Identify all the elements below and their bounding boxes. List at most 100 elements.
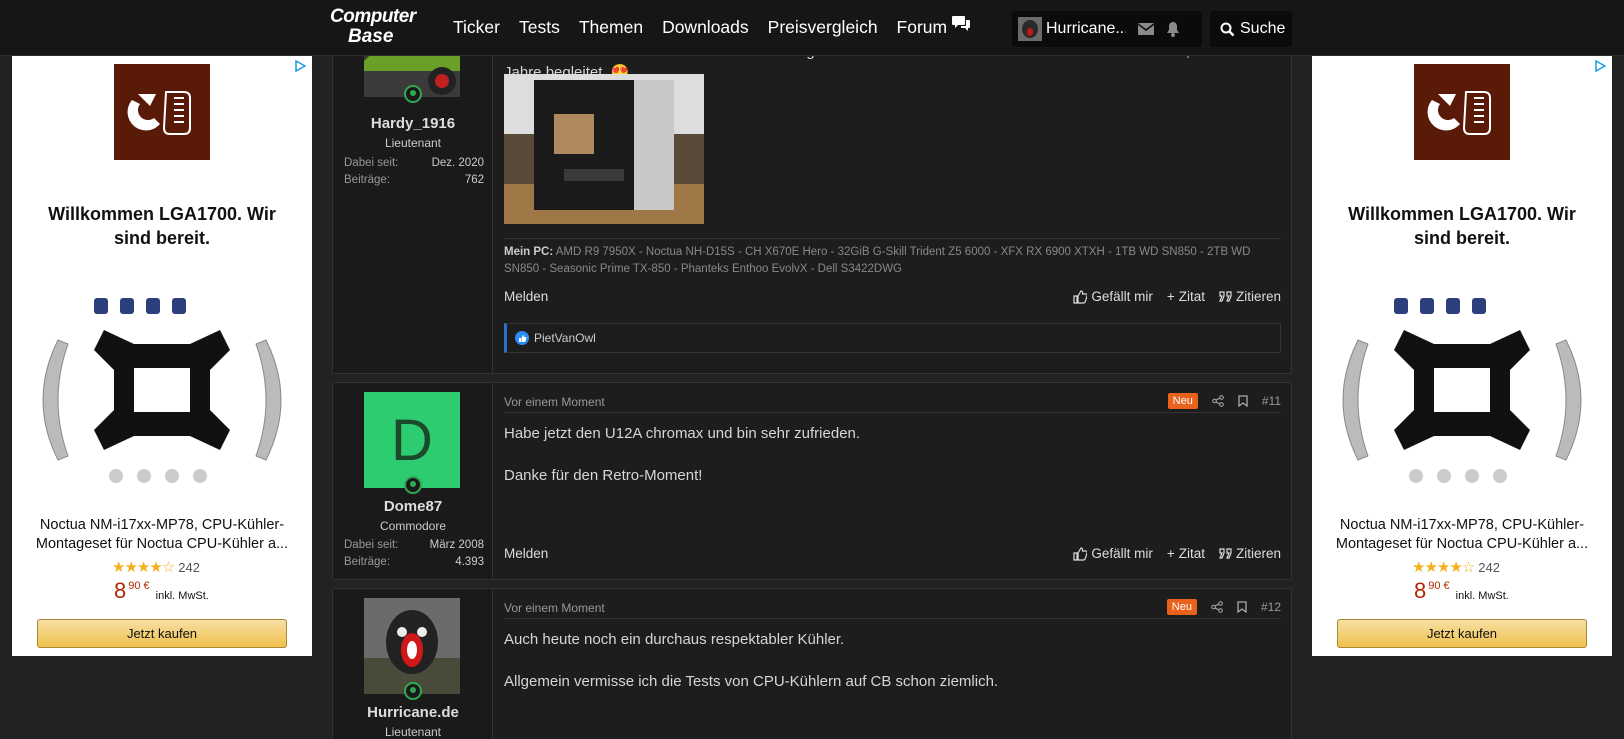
like-reaction-icon <box>515 331 529 345</box>
nav-ticker[interactable]: Ticker <box>453 17 500 38</box>
noctua-logo <box>114 64 210 160</box>
price-tax-note: inkl. MwSt. <box>155 590 209 602</box>
ad-rating: ★★★★☆ 242 <box>112 558 200 576</box>
nav-themen[interactable]: Themen <box>579 17 643 38</box>
ad-banner-left[interactable]: Willkommen LGA1700. Wir sind bereit. Noc… <box>12 56 312 656</box>
ad-product-name[interactable]: Noctua NM-i17xx-MP78, CPU-Kühler- Montag… <box>1332 516 1592 554</box>
post-time[interactable]: Vor einem Moment <box>504 395 605 409</box>
price-tax-note: inkl. MwSt. <box>1455 590 1509 602</box>
forum-post-hurricane: Hurricane.de Lieutenant Vor einem Moment… <box>332 588 1292 739</box>
rating-stars: ★★★★☆ <box>1412 558 1475 576</box>
price-cents: 90 € <box>1428 580 1450 592</box>
ad-price: 8 90 € inkl. MwSt. <box>114 578 209 604</box>
rating-count: 242 <box>1478 559 1500 575</box>
post-text-line-1: Auch heute noch ein durchaus respektable… <box>504 631 845 648</box>
search-button[interactable]: Suche <box>1210 11 1292 47</box>
post-actions: Melden Gefällt mir + Zitat Zitieren <box>504 289 1281 304</box>
ad-product-line-1: Noctua NM-i17xx-MP78, CPU-Kühler- <box>39 517 285 533</box>
post-author-panel: D Dome87 Commodore Dabei seit: März 2008 … <box>333 383 493 579</box>
report-link[interactable]: Melden <box>504 289 548 304</box>
username-label: Hurricane... <box>1046 20 1126 37</box>
new-badge: Neu <box>1167 393 1198 409</box>
buy-now-button[interactable]: Jetzt kaufen <box>37 619 287 648</box>
post-count-stat: Beiträge: 762 <box>344 174 484 186</box>
user-avatar[interactable] <box>364 598 460 694</box>
post-count-label: Beiträge: <box>344 556 391 568</box>
post-count-stat: Beiträge: 4.393 <box>344 556 484 568</box>
plus-icon: + <box>1166 289 1175 304</box>
quote-marks-icon <box>1219 291 1232 302</box>
share-icon[interactable] <box>1211 601 1223 613</box>
quote-add-label: Zitat <box>1178 289 1205 304</box>
joined-stat: Dabei seit: März 2008 <box>344 539 484 551</box>
post-attached-photo[interactable] <box>504 74 704 224</box>
quote-add-button[interactable]: + Zitat <box>1167 546 1205 561</box>
ad-product-name[interactable]: Noctua NM-i17xx-MP78, CPU-Kühler- Montag… <box>32 516 292 554</box>
liked-by-user[interactable]: PietVanOwl <box>534 331 596 345</box>
main-nav: Ticker Tests Themen Downloads Preisvergl… <box>453 15 990 38</box>
bookmark-icon[interactable] <box>1237 601 1247 613</box>
buy-now-button[interactable]: Jetzt kaufen <box>1337 619 1587 648</box>
post-text-line-1: Habe jetzt den U12A chromax und bin sehr… <box>504 425 861 442</box>
joined-value: Dez. 2020 <box>431 157 484 169</box>
post-time[interactable]: Vor einem Moment <box>504 601 605 615</box>
plus-icon: + <box>1166 546 1175 561</box>
logo-computer-text: Computer <box>330 6 416 27</box>
avatar-letter: D <box>391 407 433 473</box>
nav-downloads[interactable]: Downloads <box>662 17 749 38</box>
thumbs-up-icon <box>1073 289 1088 304</box>
ad-price: 8 90 € inkl. MwSt. <box>1414 578 1509 604</box>
ad-product-line-2: Montageset für Noctua CPU-Kühler a... <box>1335 536 1589 552</box>
search-label: Suche <box>1240 20 1286 37</box>
adchoices-icon[interactable] <box>294 60 306 72</box>
post-author-name[interactable]: Hurricane.de <box>333 704 493 721</box>
post-author-name[interactable]: Dome87 <box>333 498 493 515</box>
envelope-icon[interactable] <box>1138 23 1154 35</box>
quote-add-button[interactable]: + Zitat <box>1167 289 1205 304</box>
post-count-value: 762 <box>464 174 484 186</box>
forum-post-dome87: D Dome87 Commodore Dabei seit: März 2008 … <box>332 382 1292 580</box>
bookmark-icon[interactable] <box>1238 395 1248 407</box>
post-number[interactable]: #11 <box>1262 394 1281 408</box>
post-meta: Vor einem Moment Neu #12 <box>504 599 1281 619</box>
nav-preisvergleich[interactable]: Preisvergleich <box>768 17 878 38</box>
computerbase-logo[interactable]: Computer Base <box>330 6 434 50</box>
quote-button[interactable]: Zitieren <box>1219 289 1281 304</box>
chat-bubbles-icon <box>952 15 971 31</box>
online-status-icon <box>404 85 422 103</box>
nav-tests[interactable]: Tests <box>519 17 560 38</box>
like-button[interactable]: Gefällt mir <box>1073 546 1153 561</box>
likes-bar: PietVanOwl <box>504 323 1281 353</box>
quote-marks-icon <box>1219 548 1232 559</box>
quote-button[interactable]: Zitieren <box>1219 546 1281 561</box>
adchoices-icon[interactable] <box>1594 60 1606 72</box>
thumbs-up-icon <box>1073 546 1088 561</box>
online-status-icon <box>404 476 422 494</box>
search-icon <box>1220 22 1235 36</box>
ad-banner-right[interactable]: Willkommen LGA1700. Wir sind bereit. Noc… <box>1312 56 1612 656</box>
post-number[interactable]: #12 <box>1261 600 1281 614</box>
logo-base-text: Base <box>348 26 394 47</box>
post-author-name[interactable]: Hardy_1916 <box>333 115 493 132</box>
post-content: Vor einem Moment Neu #12 Auch heute noch… <box>493 589 1291 739</box>
joined-value: März 2008 <box>429 539 484 551</box>
post-author-rank: Lieutenant <box>384 725 442 739</box>
bell-icon[interactable] <box>1166 21 1180 37</box>
post-text-line-2: Allgemein vermisse ich die Tests von CPU… <box>504 673 999 690</box>
joined-label: Dabei seit: <box>344 539 399 551</box>
nav-forum[interactable]: Forum <box>897 15 972 38</box>
like-button[interactable]: Gefällt mir <box>1073 289 1153 304</box>
noctua-logo <box>1414 64 1510 160</box>
report-link[interactable]: Melden <box>504 546 548 561</box>
post-author-panel: Hurricane.de Lieutenant <box>333 589 493 739</box>
user-avatar[interactable]: D <box>364 392 460 488</box>
user-menu[interactable]: Hurricane... <box>1012 11 1202 47</box>
post-count-label: Beiträge: <box>344 174 391 186</box>
share-icon[interactable] <box>1212 395 1224 407</box>
like-label: Gefällt mir <box>1091 546 1153 561</box>
post-signature: Mein PC: AMD R9 7950X - Noctua NH-D15S -… <box>504 238 1281 278</box>
ad-product-line-2: Montageset für Noctua CPU-Kühler a... <box>35 536 289 552</box>
signature-text: AMD R9 7950X - Noctua NH-D15S - CH X670E… <box>504 246 1251 275</box>
joined-label: Dabei seit: <box>344 157 399 169</box>
mounting-kit-image <box>34 290 290 490</box>
